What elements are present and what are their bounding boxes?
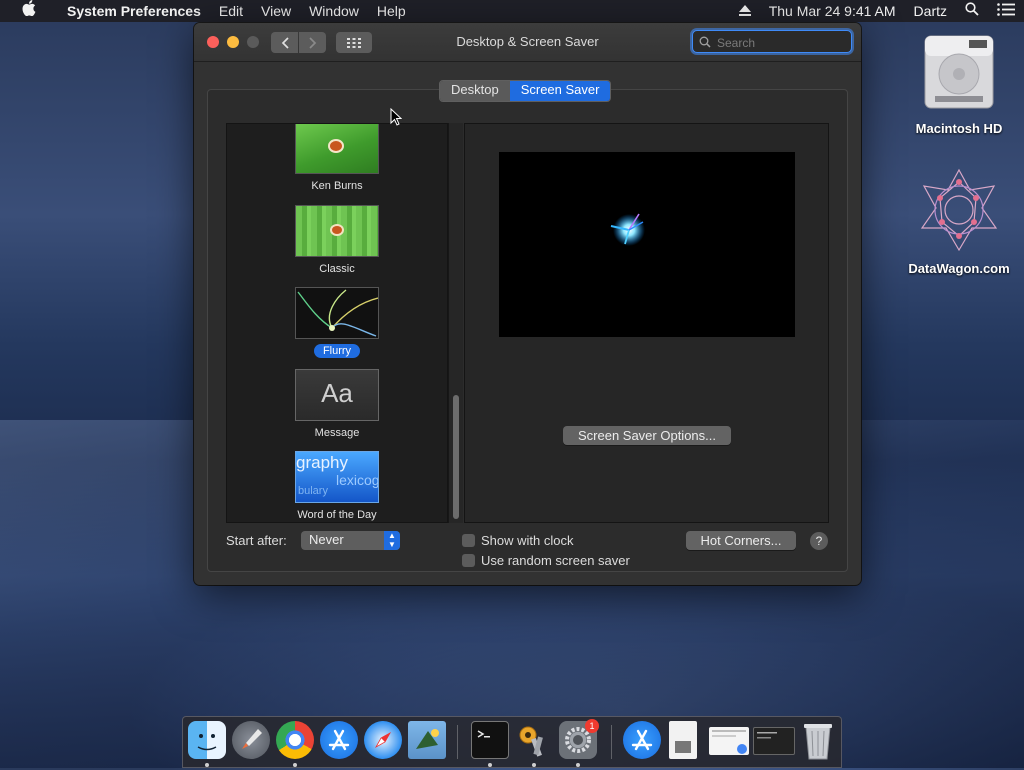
menu-view[interactable]: View bbox=[252, 0, 300, 22]
menu-clock[interactable]: Thu Mar 24 9:41 AM bbox=[760, 0, 905, 22]
menu-user[interactable]: Dartz bbox=[905, 0, 956, 22]
show-with-clock-checkbox[interactable]: Show with clock bbox=[462, 533, 573, 548]
word-thumb-line: lexicog bbox=[336, 472, 379, 488]
notification-center-icon[interactable] bbox=[988, 0, 1024, 22]
dock: 1 bbox=[182, 716, 842, 768]
start-after-label: Start after: bbox=[226, 533, 287, 548]
document-icon[interactable] bbox=[669, 721, 697, 759]
terminal-icon[interactable] bbox=[471, 721, 509, 759]
safari-icon[interactable] bbox=[364, 721, 402, 759]
screensaver-item-classic[interactable]: Classic bbox=[227, 205, 447, 277]
tab-control: Desktop Screen Saver bbox=[439, 80, 612, 102]
ladybug-icon bbox=[330, 141, 342, 151]
dock-separator bbox=[457, 725, 458, 759]
trash-icon[interactable] bbox=[801, 721, 835, 760]
notification-badge: 1 bbox=[585, 719, 599, 733]
app-store-download-icon[interactable] bbox=[623, 721, 661, 759]
hard-drive-icon bbox=[904, 32, 1014, 117]
screen-saver-options-button[interactable]: Screen Saver Options... bbox=[563, 426, 731, 445]
screensaver-label: Word of the Day bbox=[297, 509, 377, 521]
checkbox-box[interactable] bbox=[462, 534, 475, 547]
screensaver-list[interactable]: Ken Burns Classic Flurry Aa Message grap… bbox=[226, 123, 448, 523]
running-indicator bbox=[576, 763, 580, 767]
screensaver-item-message[interactable]: Aa Message bbox=[227, 369, 447, 441]
preview-icon[interactable] bbox=[408, 721, 446, 759]
popup-arrows-icon: ▲ ▼ bbox=[384, 531, 400, 550]
message-thumbnail: Aa bbox=[295, 369, 379, 421]
ken-burns-thumbnail bbox=[295, 124, 379, 174]
desktop-icon-datawagon[interactable]: DataWagon.com bbox=[904, 168, 1014, 276]
start-after-popup[interactable]: Never ▲ ▼ bbox=[301, 531, 400, 550]
menu-edit[interactable]: Edit bbox=[210, 0, 252, 22]
help-button[interactable]: ? bbox=[810, 532, 828, 550]
checkbox-box[interactable] bbox=[462, 554, 475, 567]
running-indicator bbox=[293, 763, 297, 767]
word-of-the-day-thumbnail: graphy lexicog bulary bbox=[295, 451, 379, 503]
geometric-star-icon bbox=[904, 168, 1014, 257]
flurry-preview-icon bbox=[610, 213, 645, 246]
menu-window[interactable]: Window bbox=[300, 0, 368, 22]
screensaver-label: Classic bbox=[319, 263, 355, 275]
tab-desktop[interactable]: Desktop bbox=[440, 81, 510, 101]
search-icon bbox=[699, 36, 711, 48]
app-store-icon[interactable] bbox=[320, 721, 358, 759]
screensaver-label-selected: Flurry bbox=[313, 344, 361, 358]
menu-help[interactable]: Help bbox=[368, 0, 415, 22]
ladybug-icon bbox=[332, 226, 342, 234]
system-preferences-window: Desktop & Screen Saver Desktop Screen Sa… bbox=[194, 23, 861, 585]
random-screen-saver-checkbox[interactable]: Use random screen saver bbox=[462, 553, 630, 568]
apple-menu-icon[interactable] bbox=[0, 0, 58, 23]
tab-screen-saver[interactable]: Screen Saver bbox=[509, 81, 611, 101]
word-thumb-line: graphy bbox=[296, 453, 348, 472]
message-thumb-text: Aa bbox=[321, 378, 353, 408]
desktop-icon-label: Macintosh HD bbox=[915, 121, 1003, 136]
search-input[interactable] bbox=[715, 33, 849, 52]
screensaver-item-flurry[interactable]: Flurry bbox=[227, 287, 447, 359]
preview-area: Screen Saver Options... bbox=[464, 123, 829, 523]
keychain-access-icon[interactable] bbox=[515, 721, 553, 759]
launchpad-icon[interactable] bbox=[232, 721, 270, 759]
classic-thumbnail bbox=[295, 205, 379, 257]
eject-icon[interactable] bbox=[730, 0, 760, 22]
finder-icon[interactable] bbox=[188, 721, 226, 759]
desktop-icon-label: DataWagon.com bbox=[908, 261, 1010, 276]
running-indicator bbox=[532, 763, 536, 767]
hot-corners-button[interactable]: Hot Corners... bbox=[686, 531, 796, 550]
chrome-icon[interactable] bbox=[276, 721, 314, 759]
menu-bar: System Preferences Edit View Window Help… bbox=[0, 0, 1024, 22]
scrollbar-thumb[interactable] bbox=[453, 395, 459, 519]
screensaver-item-ken-burns[interactable]: Ken Burns bbox=[227, 124, 447, 194]
desktop-icon-macintosh-hd[interactable]: Macintosh HD bbox=[904, 32, 1014, 136]
checkbox-label: Use random screen saver bbox=[481, 553, 630, 568]
start-after-value: Never bbox=[309, 532, 344, 547]
search-field[interactable] bbox=[692, 30, 852, 53]
mouse-cursor-icon bbox=[390, 107, 403, 131]
running-indicator bbox=[488, 763, 492, 767]
flurry-thumbnail bbox=[295, 287, 379, 339]
menu-app-name[interactable]: System Preferences bbox=[58, 0, 210, 22]
spotlight-icon[interactable] bbox=[956, 0, 988, 22]
screensaver-label: Ken Burns bbox=[311, 180, 363, 192]
window-titlebar[interactable]: Desktop & Screen Saver bbox=[194, 23, 861, 62]
running-indicator bbox=[205, 763, 209, 767]
screensaver-item-word-of-the-day[interactable]: graphy lexicog bulary Word of the Day bbox=[227, 451, 447, 522]
dock-separator bbox=[611, 725, 612, 759]
screensaver-preview bbox=[499, 152, 795, 337]
word-thumb-line: bulary bbox=[298, 485, 328, 497]
terminal-window-icon[interactable] bbox=[753, 727, 795, 755]
screensaver-list-scrollbar[interactable] bbox=[448, 123, 463, 523]
checkbox-label: Show with clock bbox=[481, 533, 574, 548]
screensaver-label: Message bbox=[314, 427, 360, 439]
chrome-window-icon[interactable] bbox=[709, 727, 749, 755]
